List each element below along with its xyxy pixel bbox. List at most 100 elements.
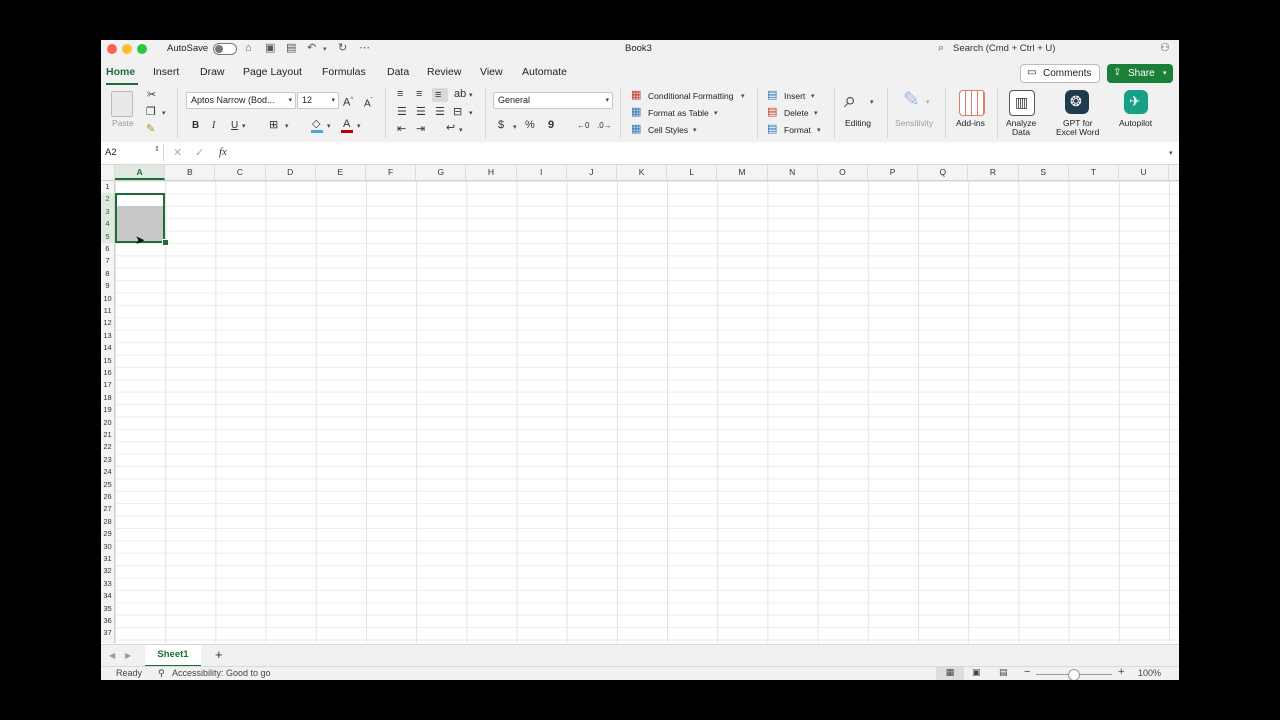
save-icon[interactable]: ▣ bbox=[265, 42, 275, 54]
align-middle-icon[interactable]: ≡ bbox=[416, 88, 422, 100]
page-layout-view-icon[interactable]: ▣ bbox=[972, 667, 981, 678]
column-header[interactable]: O bbox=[818, 165, 868, 180]
tab-data[interactable]: Data bbox=[387, 66, 409, 78]
column-header[interactable]: E bbox=[316, 165, 366, 180]
row-header[interactable]: 10 bbox=[101, 293, 114, 305]
increase-indent-icon[interactable]: ⇥ bbox=[416, 123, 425, 135]
redo-icon[interactable]: ↻ bbox=[338, 42, 347, 54]
tab-review[interactable]: Review bbox=[427, 66, 461, 78]
cell-styles-dropdown-icon[interactable]: ▾ bbox=[693, 126, 697, 134]
format-as-table-dropdown-icon[interactable]: ▾ bbox=[714, 109, 718, 117]
row-header[interactable]: 8 bbox=[101, 268, 114, 280]
column-header[interactable]: R bbox=[968, 165, 1019, 180]
autopilot-label[interactable]: Autopilot bbox=[1119, 118, 1152, 128]
font-color-dropdown-icon[interactable]: ▾ bbox=[357, 122, 361, 130]
formula-input[interactable] bbox=[237, 144, 1167, 161]
row-header[interactable]: 20 bbox=[101, 417, 114, 429]
row-header[interactable]: 3 bbox=[101, 205, 114, 219]
wrap-dropdown-icon[interactable]: ▾ bbox=[459, 126, 463, 134]
column-header[interactable]: A bbox=[115, 165, 166, 180]
name-box-stepper-icon[interactable]: ⇕ bbox=[154, 145, 160, 153]
insert-cells-dropdown-icon[interactable]: ▾ bbox=[811, 92, 815, 100]
decrease-font-size-icon[interactable]: Aˇ bbox=[364, 95, 373, 110]
cell-styles-icon[interactable]: ▦ bbox=[631, 123, 641, 135]
row-header[interactable]: 26 bbox=[101, 491, 114, 503]
conditional-formatting-dropdown-icon[interactable]: ▾ bbox=[741, 92, 745, 100]
name-box[interactable]: A2 ⇕ bbox=[101, 144, 164, 161]
borders-dropdown-icon[interactable]: ▾ bbox=[285, 122, 289, 130]
close-window-button[interactable] bbox=[107, 44, 117, 54]
cell-area[interactable] bbox=[115, 181, 1179, 643]
analyze-data-icon[interactable]: ▥ bbox=[1009, 90, 1035, 116]
row-header[interactable]: 13 bbox=[101, 330, 114, 342]
comma-style-button[interactable]: 9 bbox=[548, 119, 554, 131]
tab-page-layout[interactable]: Page Layout bbox=[243, 66, 302, 78]
gpt-label-2[interactable]: Excel Word bbox=[1056, 127, 1099, 137]
column-header[interactable]: L bbox=[667, 165, 718, 180]
fill-color-dropdown-icon[interactable]: ▾ bbox=[327, 122, 331, 130]
merge-dropdown-icon[interactable]: ▾ bbox=[469, 109, 473, 117]
align-top-icon[interactable]: ≡ bbox=[397, 88, 403, 100]
column-header[interactable]: S bbox=[1019, 165, 1069, 180]
home-icon[interactable]: ⌂ bbox=[245, 42, 252, 54]
row-header[interactable]: 4 bbox=[101, 218, 114, 231]
row-header[interactable]: 30 bbox=[101, 541, 114, 553]
gpt-for-excel-word-icon[interactable]: ❂ bbox=[1065, 90, 1089, 114]
format-as-table-icon[interactable]: ▦ bbox=[631, 106, 641, 118]
tab-formulas[interactable]: Formulas bbox=[322, 66, 366, 78]
row-header[interactable]: 6 bbox=[101, 243, 114, 255]
sheet-tab-sheet1[interactable]: Sheet1 bbox=[145, 645, 201, 667]
column-header[interactable]: J bbox=[567, 165, 617, 180]
undo-icon[interactable]: ↶ bbox=[307, 42, 316, 54]
tab-automate[interactable]: Automate bbox=[522, 66, 567, 78]
column-header[interactable]: U bbox=[1119, 165, 1170, 180]
row-header[interactable]: 35 bbox=[101, 603, 114, 615]
format-painter-icon[interactable]: ✎ bbox=[146, 123, 155, 135]
column-header[interactable]: G bbox=[416, 165, 467, 180]
delete-cells-dropdown-icon[interactable]: ▾ bbox=[814, 109, 818, 117]
copy-icon[interactable]: ❐ bbox=[146, 106, 156, 118]
confirm-formula-icon[interactable]: ✓ bbox=[195, 147, 204, 159]
row-header[interactable]: 21 bbox=[101, 429, 114, 441]
wrap-text-icon[interactable]: ↩ bbox=[446, 122, 455, 134]
row-header[interactable]: 32 bbox=[101, 565, 114, 577]
column-header[interactable]: H bbox=[466, 165, 517, 180]
column-header[interactable]: I bbox=[517, 165, 567, 180]
expand-formula-bar-icon[interactable]: ▾ bbox=[1169, 149, 1173, 157]
select-all-corner[interactable] bbox=[101, 165, 115, 180]
row-header[interactable]: 38 bbox=[101, 640, 114, 643]
editing-label[interactable]: Editing bbox=[845, 118, 871, 128]
tab-draw[interactable]: Draw bbox=[200, 66, 225, 78]
insert-cells-icon[interactable]: ▤ bbox=[767, 89, 777, 101]
format-cells-dropdown-icon[interactable]: ▾ bbox=[817, 126, 821, 134]
cancel-formula-icon[interactable]: ✕ bbox=[173, 147, 182, 159]
more-icon[interactable]: ⋯ bbox=[359, 42, 370, 54]
column-header[interactable]: Q bbox=[918, 165, 969, 180]
accessibility-status[interactable]: Accessibility: Good to go bbox=[172, 668, 271, 678]
insert-cells-label[interactable]: Insert bbox=[784, 91, 805, 101]
tab-view[interactable]: View bbox=[480, 66, 503, 78]
column-header[interactable]: N bbox=[768, 165, 818, 180]
row-header[interactable]: 16 bbox=[101, 367, 114, 379]
row-header[interactable]: 27 bbox=[101, 503, 114, 515]
row-header[interactable]: 17 bbox=[101, 379, 114, 391]
add-ins-icon[interactable] bbox=[959, 90, 985, 116]
paste-icon[interactable] bbox=[111, 91, 133, 117]
insert-function-button[interactable]: fx bbox=[219, 146, 227, 158]
row-header[interactable]: 11 bbox=[101, 305, 114, 317]
increase-font-size-icon[interactable]: A^ bbox=[343, 94, 353, 109]
cut-icon[interactable]: ✂ bbox=[147, 89, 156, 101]
row-header[interactable]: 23 bbox=[101, 454, 114, 466]
maximize-window-button[interactable] bbox=[137, 44, 147, 54]
row-header[interactable]: 29 bbox=[101, 528, 114, 540]
row-header[interactable]: 12 bbox=[101, 317, 114, 329]
number-format-select[interactable]: General ▾ bbox=[493, 92, 613, 109]
row-header[interactable]: 25 bbox=[101, 479, 114, 491]
align-right-icon[interactable]: ☰ bbox=[435, 106, 445, 118]
bold-button[interactable]: B bbox=[192, 120, 199, 132]
share-people-icon[interactable]: ⚇ bbox=[1160, 42, 1170, 54]
row-header[interactable]: 22 bbox=[101, 441, 114, 453]
underline-button[interactable]: U bbox=[231, 120, 238, 132]
cell-styles-label[interactable]: Cell Styles bbox=[648, 125, 688, 135]
column-header[interactable]: T bbox=[1069, 165, 1119, 180]
